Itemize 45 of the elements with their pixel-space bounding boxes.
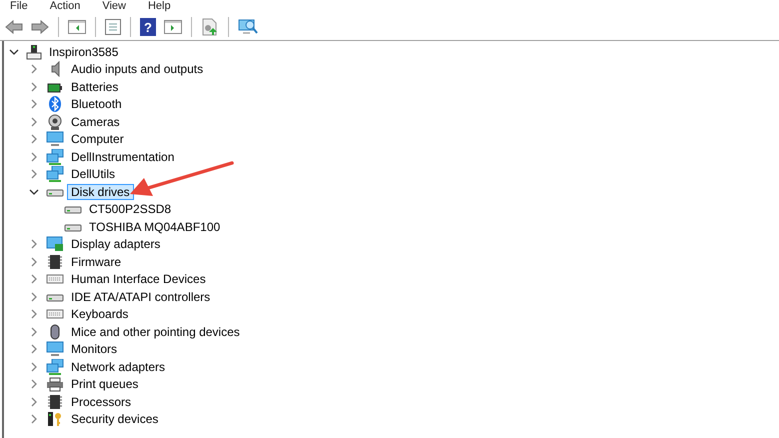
tree-item[interactable]: Firmware	[67, 254, 125, 270]
chip-icon	[46, 254, 64, 270]
monitor-icon	[46, 341, 64, 358]
printer-icon	[46, 376, 64, 392]
camera-icon	[46, 114, 64, 130]
help-button[interactable]: ?	[138, 16, 158, 38]
tree-item[interactable]: TOSHIBA MQ04ABF100	[85, 218, 224, 235]
tree-item[interactable]: IDE ATA/ATAPI controllers	[67, 288, 214, 305]
menu-item[interactable]: Action	[50, 0, 80, 13]
tree-item[interactable]: Disk drives	[67, 184, 134, 200]
tree-item[interactable]: Inspiron3585	[45, 44, 122, 60]
tree-item[interactable]: Computer	[67, 131, 128, 148]
tree-item[interactable]: Audio inputs and outputs	[67, 61, 208, 78]
tree-item[interactable]: Print queues	[67, 376, 142, 392]
tree-item[interactable]: Bluetooth	[67, 96, 126, 112]
menu-item[interactable]: Help	[148, 0, 171, 13]
tree-item[interactable]: Cameras	[67, 114, 124, 130]
action-pane-button[interactable]	[162, 18, 184, 36]
network-icon	[46, 148, 64, 165]
tree-item[interactable]: DellInstrumentation	[67, 148, 178, 165]
properties-button[interactable]	[103, 16, 123, 36]
monitor-icon	[46, 131, 64, 148]
bluetooth-icon	[46, 96, 64, 112]
network-icon	[46, 358, 64, 375]
console-tree-button[interactable]	[66, 18, 88, 36]
tree-item[interactable]: Mice and other pointing devices	[67, 324, 244, 340]
computer-icon	[26, 44, 42, 60]
menu-item[interactable]: View	[102, 0, 126, 13]
tree-item[interactable]: Network adapters	[67, 358, 170, 375]
menu-item[interactable]: File	[10, 0, 28, 13]
tree-item[interactable]: Display adapters	[67, 236, 164, 252]
tree-item[interactable]: Security devices	[67, 411, 162, 428]
tree-item[interactable]: DellUtils	[67, 166, 120, 182]
tree-item[interactable]: Processors	[67, 394, 136, 410]
network-icon	[46, 166, 64, 182]
key-icon	[46, 411, 64, 428]
forward-button[interactable]	[29, 18, 51, 36]
tree-item[interactable]: CT500P2SSD8	[85, 201, 176, 218]
tree-item[interactable]: Keyboards	[67, 306, 132, 322]
chip-icon	[46, 394, 64, 410]
back-button[interactable]	[3, 18, 25, 36]
tree-item[interactable]: Human Interface Devices	[67, 271, 210, 288]
tree-item[interactable]: Monitors	[67, 341, 122, 358]
display-card-icon	[46, 236, 64, 252]
tree-item[interactable]: Batteries	[67, 78, 122, 95]
